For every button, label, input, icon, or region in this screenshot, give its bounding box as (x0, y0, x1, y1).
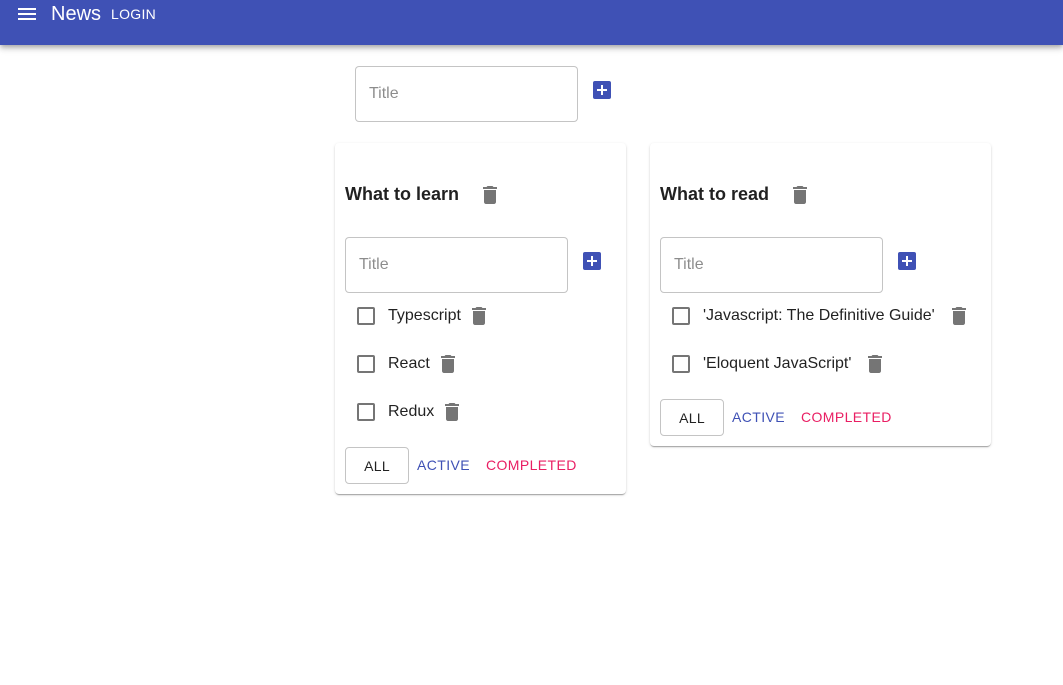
task-item: 'Eloquent JavaScript' (672, 352, 883, 376)
app-bar: News LOGIN (0, 0, 1063, 45)
app-title: News (51, 3, 102, 25)
delete-icon (440, 355, 455, 373)
filter-completed-button[interactable]: COMPLETED (486, 457, 577, 473)
todolist-card-learn: What to learn Typescript React Redux ALL… (335, 143, 626, 494)
task-item: Typescript (357, 304, 486, 328)
filter-active-button[interactable]: ACTIVE (417, 457, 470, 473)
login-button[interactable]: LOGIN (111, 6, 156, 22)
filter-all-button[interactable]: ALL (660, 399, 724, 436)
task-label[interactable]: 'Javascript: The Definitive Guide' (703, 306, 935, 326)
task-item: Redux (357, 400, 460, 424)
add-box-icon (597, 85, 607, 95)
add-box-icon (902, 256, 912, 266)
delete-task-button[interactable] (471, 307, 486, 325)
task-label[interactable]: Typescript (388, 306, 461, 326)
todolist-title: What to read (660, 184, 770, 204)
task-label[interactable]: React (388, 354, 430, 374)
task-checkbox[interactable] (672, 307, 690, 325)
task-title-input[interactable] (661, 238, 882, 292)
task-label[interactable]: 'Eloquent JavaScript' (703, 354, 851, 374)
add-box-icon (587, 256, 597, 266)
task-title-field[interactable] (660, 237, 883, 293)
task-checkbox[interactable] (357, 355, 375, 373)
task-title-input[interactable] (346, 238, 567, 292)
new-list-title-field[interactable] (355, 66, 578, 122)
delete-icon (951, 307, 966, 325)
filter-completed-button[interactable]: COMPLETED (801, 409, 892, 425)
delete-list-button[interactable] (790, 183, 810, 207)
task-item: React (357, 352, 455, 376)
delete-icon (445, 403, 460, 421)
task-checkbox[interactable] (357, 307, 375, 325)
task-checkbox[interactable] (672, 355, 690, 373)
delete-list-button[interactable] (480, 183, 500, 207)
todolist-title: What to learn (345, 184, 460, 204)
filter-all-button[interactable]: ALL (345, 447, 409, 484)
add-task-button[interactable] (898, 252, 916, 270)
filter-active-button[interactable]: ACTIVE (732, 409, 785, 425)
delete-task-button[interactable] (445, 403, 460, 421)
menu-icon[interactable] (14, 3, 40, 25)
delete-icon (483, 186, 497, 204)
new-list-title-input[interactable] (356, 67, 577, 121)
add-task-button[interactable] (583, 252, 601, 270)
delete-task-button[interactable] (440, 355, 455, 373)
task-item: 'Javascript: The Definitive Guide' (672, 304, 966, 328)
delete-icon (868, 355, 883, 373)
delete-icon (793, 186, 807, 204)
task-checkbox[interactable] (357, 403, 375, 421)
delete-icon (471, 307, 486, 325)
task-label[interactable]: Redux (388, 402, 434, 422)
task-title-field[interactable] (345, 237, 568, 293)
delete-task-button[interactable] (868, 355, 883, 373)
todolist-card-read: What to read 'Javascript: The Definitive… (650, 143, 991, 446)
delete-task-button[interactable] (951, 307, 966, 325)
add-list-button[interactable] (593, 81, 611, 99)
